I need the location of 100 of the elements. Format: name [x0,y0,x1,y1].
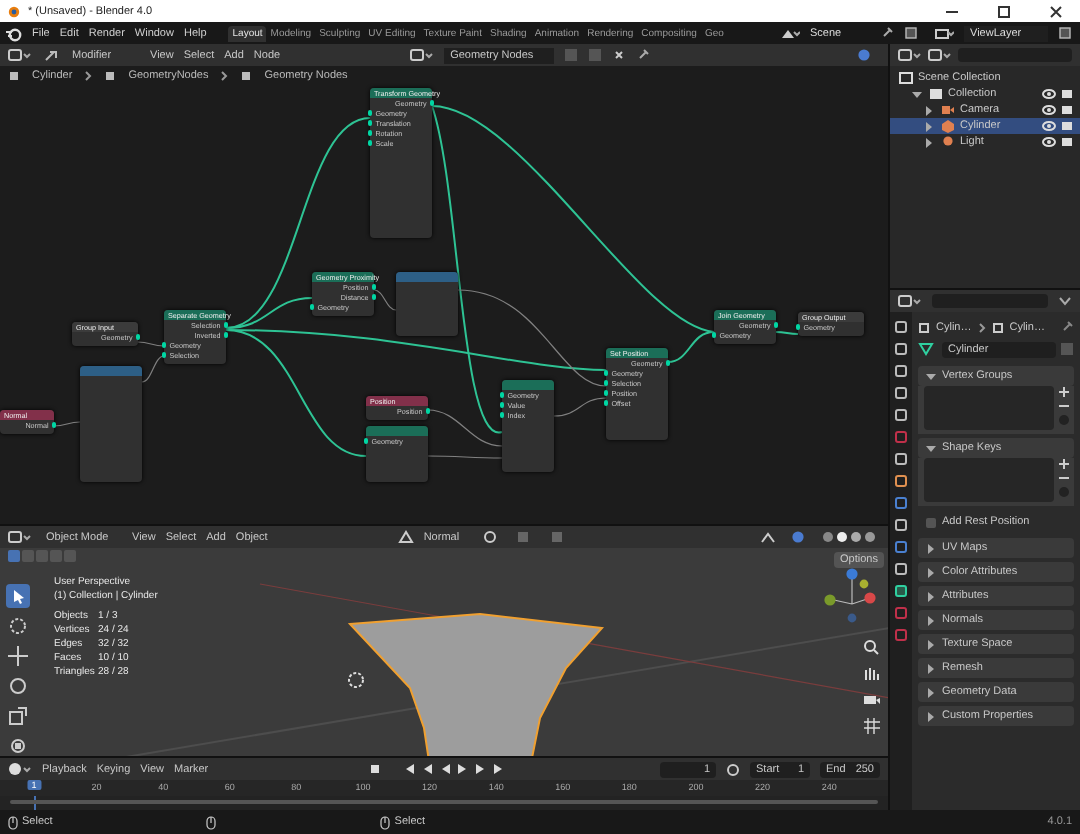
pin-icon[interactable] [880,26,894,40]
constraint-icon[interactable] [894,562,908,576]
transform-icon[interactable] [6,734,30,756]
object-icon[interactable] [894,474,908,488]
view-layer-icon[interactable] [934,25,954,41]
tool-icon[interactable] [894,320,908,334]
eye-icon[interactable] [1042,88,1056,100]
collection-icon[interactable] [894,452,908,466]
view-layer-icon[interactable] [894,386,908,400]
material-icon[interactable] [894,606,908,620]
stopwatch-icon[interactable] [726,762,740,776]
jump-start-icon[interactable] [402,762,417,776]
disclosure-icon[interactable] [924,685,938,699]
pin-icon[interactable] [1060,320,1074,334]
chevron-icon [220,70,229,82]
disclosure-icon[interactable] [924,589,938,603]
disclosure-icon[interactable] [924,709,938,723]
socket-icon[interactable] [309,304,315,310]
blender-logo-icon[interactable] [6,25,22,41]
maximize-icon[interactable] [994,4,1014,18]
grid-icon[interactable] [862,716,882,736]
jump-end-icon[interactable] [492,762,507,776]
select-box-icon[interactable] [6,584,30,608]
editor-type-icon[interactable] [898,294,922,308]
mouse-right-icon [380,815,391,829]
node-tree-icon [240,70,253,82]
socket-icon[interactable] [773,322,779,328]
gizmo-toggle-icon[interactable] [760,530,780,544]
mouse-middle-icon [206,815,217,829]
remove-icon[interactable] [1058,400,1070,412]
disclosure-icon[interactable] [924,565,938,579]
disclosure-icon[interactable] [924,637,938,651]
cursor-icon[interactable] [6,614,30,638]
node-link [141,355,165,383]
editor-type-icon[interactable] [8,762,32,776]
orientation-icon[interactable] [397,530,414,544]
render-icon[interactable] [894,342,908,356]
node-header [396,272,458,282]
rotate-icon[interactable] [6,674,30,698]
mesh-icon[interactable] [918,342,938,356]
editor-type-icon[interactable] [8,48,32,62]
socket-icon[interactable] [363,438,369,444]
axis-gizmo-drawing[interactable] [824,568,876,623]
node[interactable] [396,272,458,336]
texture-icon[interactable] [894,628,908,642]
socket-icon[interactable] [51,422,57,428]
zoom-icon[interactable] [862,638,882,658]
disclosure-icon[interactable] [924,541,938,555]
node-link [137,341,165,347]
editor-type-icon[interactable] [898,48,922,62]
disclosure-icon[interactable] [924,613,938,627]
move-icon[interactable] [6,644,30,668]
close-icon[interactable] [612,48,627,62]
mesh-data-icon[interactable] [894,584,908,598]
checkbox[interactable] [926,517,936,527]
record-icon[interactable] [368,762,383,776]
app-logo-icon [6,4,20,18]
output-icon[interactable] [894,364,908,378]
close-icon[interactable] [1046,4,1066,18]
socket-icon[interactable] [429,100,435,106]
socket-icon[interactable] [795,324,801,330]
options-icon[interactable] [1058,294,1072,308]
disclosure-icon[interactable] [924,661,938,675]
node-link [553,397,607,417]
chevron-icon [977,321,986,333]
eye-icon[interactable] [1042,120,1056,132]
pin-icon[interactable] [636,48,651,62]
socket-icon[interactable] [665,360,671,366]
scrollbar[interactable] [10,800,878,804]
camera-icon[interactable] [862,690,882,710]
node-tree-icon[interactable] [410,48,435,62]
add-icon[interactable] [1058,386,1070,398]
physics-icon[interactable] [894,540,908,554]
add-icon[interactable] [1058,458,1070,470]
previous-keyframe-icon[interactable] [420,762,435,776]
socket-icon[interactable] [711,332,717,338]
mouse-left-icon [8,815,18,829]
wrench-icon[interactable] [894,496,908,510]
eye-icon[interactable] [1042,136,1056,148]
next-keyframe-icon[interactable] [474,762,489,776]
chevron-icon [84,70,93,82]
node-tree-icon [104,70,117,82]
node[interactable] [80,366,142,482]
shading-modes-icon[interactable] [820,530,880,544]
particles-icon[interactable] [894,518,908,532]
editor-type-icon[interactable] [8,530,32,544]
mesh-icon [991,321,1004,333]
node-header [366,426,428,436]
node-link [775,331,799,335]
play-reverse-icon[interactable] [438,762,453,776]
mesh-object[interactable] [347,613,605,756]
socket-icon[interactable] [135,334,141,340]
eye-icon[interactable] [1042,104,1056,116]
filter-icon[interactable] [928,48,952,62]
world-icon[interactable] [894,430,908,444]
node-header [80,366,142,376]
play-icon[interactable] [456,762,471,776]
scale-icon[interactable] [6,704,30,728]
remove-icon[interactable] [1058,472,1070,484]
socket-icon[interactable] [425,408,431,414]
